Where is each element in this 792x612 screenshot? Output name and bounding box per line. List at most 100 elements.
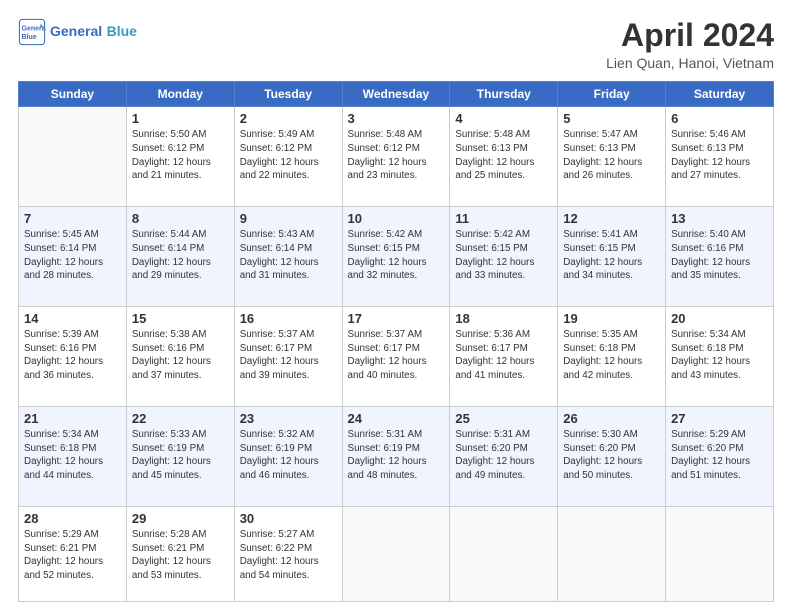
day-number: 21 bbox=[24, 411, 121, 426]
calendar-cell: 11 Sunrise: 5:42 AMSunset: 6:15 PMDayligh… bbox=[450, 207, 558, 307]
day-info: Sunrise: 5:39 AMSunset: 6:16 PMDaylight:… bbox=[24, 328, 121, 383]
day-info: Sunrise: 5:44 AMSunset: 6:14 PMDaylight:… bbox=[132, 228, 229, 283]
calendar-cell: 12 Sunrise: 5:41 AMSunset: 6:15 PMDayligh… bbox=[558, 207, 666, 307]
day-number: 17 bbox=[348, 311, 445, 326]
day-number: 25 bbox=[455, 411, 552, 426]
day-number: 24 bbox=[348, 411, 445, 426]
calendar-cell: 22 Sunrise: 5:33 AMSunset: 6:19 PMDayligh… bbox=[126, 407, 234, 507]
day-info: Sunrise: 5:43 AMSunset: 6:14 PMDaylight:… bbox=[240, 228, 337, 283]
logo-text: General Blue bbox=[50, 23, 137, 41]
calendar-cell: 16Sunrise: 5:37 AMSunset: 6:17 PMDayligh… bbox=[234, 307, 342, 407]
calendar-cell bbox=[19, 107, 127, 207]
calendar-cell: 9 Sunrise: 5:43 AMSunset: 6:14 PMDaylight… bbox=[234, 207, 342, 307]
day-info: Sunrise: 5:40 AMSunset: 6:16 PMDaylight:… bbox=[671, 228, 768, 283]
day-number: 6 bbox=[671, 111, 768, 126]
day-number: 14 bbox=[24, 311, 121, 326]
calendar-cell: 2 Sunrise: 5:49 AMSunset: 6:12 PMDaylight… bbox=[234, 107, 342, 207]
day-number: 13 bbox=[671, 211, 768, 226]
weekday-header: Tuesday bbox=[234, 82, 342, 107]
day-number: 30 bbox=[240, 511, 337, 526]
day-info: Sunrise: 5:50 AMSunset: 6:12 PMDaylight:… bbox=[132, 128, 229, 183]
calendar-cell bbox=[558, 506, 666, 601]
month-title: April 2024 bbox=[606, 18, 774, 53]
weekday-header: Saturday bbox=[666, 82, 774, 107]
day-info: Sunrise: 5:35 AMSunset: 6:18 PMDaylight:… bbox=[563, 328, 660, 383]
calendar-cell bbox=[666, 506, 774, 601]
title-block: April 2024 Lien Quan, Hanoi, Vietnam bbox=[606, 18, 774, 71]
location: Lien Quan, Hanoi, Vietnam bbox=[606, 55, 774, 71]
calendar-cell: 4Sunrise: 5:48 AMSunset: 6:13 PMDaylight… bbox=[450, 107, 558, 207]
day-info: Sunrise: 5:36 AMSunset: 6:17 PMDaylight:… bbox=[455, 328, 552, 383]
day-info: Sunrise: 5:34 AMSunset: 6:18 PMDaylight:… bbox=[671, 328, 768, 383]
day-info: Sunrise: 5:33 AMSunset: 6:19 PMDaylight:… bbox=[132, 428, 229, 483]
day-info: Sunrise: 5:32 AMSunset: 6:19 PMDaylight:… bbox=[240, 428, 337, 483]
day-info: Sunrise: 5:29 AMSunset: 6:20 PMDaylight:… bbox=[671, 428, 768, 483]
day-info: Sunrise: 5:28 AMSunset: 6:21 PMDaylight:… bbox=[132, 528, 229, 583]
calendar-cell: 26Sunrise: 5:30 AMSunset: 6:20 PMDayligh… bbox=[558, 407, 666, 507]
day-number: 8 bbox=[132, 211, 229, 226]
weekday-header: Wednesday bbox=[342, 82, 450, 107]
day-number: 22 bbox=[132, 411, 229, 426]
day-number: 20 bbox=[671, 311, 768, 326]
day-info: Sunrise: 5:37 AMSunset: 6:17 PMDaylight:… bbox=[348, 328, 445, 383]
day-info: Sunrise: 5:49 AMSunset: 6:12 PMDaylight:… bbox=[240, 128, 337, 183]
logo-icon: General Blue bbox=[18, 18, 46, 46]
day-number: 4 bbox=[455, 111, 552, 126]
day-info: Sunrise: 5:29 AMSunset: 6:21 PMDaylight:… bbox=[24, 528, 121, 583]
calendar-cell: 23 Sunrise: 5:32 AMSunset: 6:19 PMDayligh… bbox=[234, 407, 342, 507]
day-info: Sunrise: 5:30 AMSunset: 6:20 PMDaylight:… bbox=[563, 428, 660, 483]
calendar-cell: 5Sunrise: 5:47 AMSunset: 6:13 PMDaylight… bbox=[558, 107, 666, 207]
weekday-header: Sunday bbox=[19, 82, 127, 107]
day-number: 2 bbox=[240, 111, 337, 126]
logo: General Blue General Blue bbox=[18, 18, 137, 46]
day-number: 29 bbox=[132, 511, 229, 526]
day-number: 23 bbox=[240, 411, 337, 426]
header: General Blue General Blue April 2024 Lie… bbox=[18, 18, 774, 71]
calendar-cell: 7 Sunrise: 5:45 AMSunset: 6:14 PMDaylight… bbox=[19, 207, 127, 307]
day-info: Sunrise: 5:38 AMSunset: 6:16 PMDaylight:… bbox=[132, 328, 229, 383]
day-number: 19 bbox=[563, 311, 660, 326]
day-number: 27 bbox=[671, 411, 768, 426]
calendar-cell: 13 Sunrise: 5:40 AMSunset: 6:16 PMDayligh… bbox=[666, 207, 774, 307]
svg-text:Blue: Blue bbox=[22, 34, 37, 41]
calendar-cell: 14 Sunrise: 5:39 AMSunset: 6:16 PMDayligh… bbox=[19, 307, 127, 407]
day-number: 12 bbox=[563, 211, 660, 226]
calendar-cell: 6 Sunrise: 5:46 AMSunset: 6:13 PMDaylight… bbox=[666, 107, 774, 207]
day-number: 28 bbox=[24, 511, 121, 526]
day-info: Sunrise: 5:46 AMSunset: 6:13 PMDaylight:… bbox=[671, 128, 768, 183]
day-number: 11 bbox=[455, 211, 552, 226]
calendar-cell: 10Sunrise: 5:42 AMSunset: 6:15 PMDayligh… bbox=[342, 207, 450, 307]
calendar-table: SundayMondayTuesdayWednesdayThursdayFrid… bbox=[18, 81, 774, 602]
day-info: Sunrise: 5:42 AMSunset: 6:15 PMDaylight:… bbox=[455, 228, 552, 283]
calendar-cell: 19 Sunrise: 5:35 AMSunset: 6:18 PMDayligh… bbox=[558, 307, 666, 407]
weekday-header: Friday bbox=[558, 82, 666, 107]
day-info: Sunrise: 5:45 AMSunset: 6:14 PMDaylight:… bbox=[24, 228, 121, 283]
day-number: 1 bbox=[132, 111, 229, 126]
day-number: 5 bbox=[563, 111, 660, 126]
day-info: Sunrise: 5:34 AMSunset: 6:18 PMDaylight:… bbox=[24, 428, 121, 483]
calendar-cell: 20 Sunrise: 5:34 AMSunset: 6:18 PMDayligh… bbox=[666, 307, 774, 407]
day-number: 3 bbox=[348, 111, 445, 126]
calendar-cell: 27 Sunrise: 5:29 AMSunset: 6:20 PMDayligh… bbox=[666, 407, 774, 507]
day-info: Sunrise: 5:41 AMSunset: 6:15 PMDaylight:… bbox=[563, 228, 660, 283]
day-number: 18 bbox=[455, 311, 552, 326]
calendar-cell: 24Sunrise: 5:31 AMSunset: 6:19 PMDayligh… bbox=[342, 407, 450, 507]
day-number: 10 bbox=[348, 211, 445, 226]
calendar-cell: 21 Sunrise: 5:34 AMSunset: 6:18 PMDayligh… bbox=[19, 407, 127, 507]
weekday-header: Monday bbox=[126, 82, 234, 107]
calendar-cell: 29 Sunrise: 5:28 AMSunset: 6:21 PMDayligh… bbox=[126, 506, 234, 601]
day-number: 7 bbox=[24, 211, 121, 226]
day-number: 9 bbox=[240, 211, 337, 226]
day-info: Sunrise: 5:48 AMSunset: 6:12 PMDaylight:… bbox=[348, 128, 445, 183]
calendar-cell bbox=[450, 506, 558, 601]
calendar-cell: 17 Sunrise: 5:37 AMSunset: 6:17 PMDayligh… bbox=[342, 307, 450, 407]
day-info: Sunrise: 5:31 AMSunset: 6:20 PMDaylight:… bbox=[455, 428, 552, 483]
day-number: 15 bbox=[132, 311, 229, 326]
page: General Blue General Blue April 2024 Lie… bbox=[0, 0, 792, 612]
calendar-cell: 3 Sunrise: 5:48 AMSunset: 6:12 PMDaylight… bbox=[342, 107, 450, 207]
day-number: 16 bbox=[240, 311, 337, 326]
calendar-cell: 25 Sunrise: 5:31 AMSunset: 6:20 PMDayligh… bbox=[450, 407, 558, 507]
calendar-cell bbox=[342, 506, 450, 601]
calendar-cell: 8 Sunrise: 5:44 AMSunset: 6:14 PMDaylight… bbox=[126, 207, 234, 307]
calendar-cell: 15 Sunrise: 5:38 AMSunset: 6:16 PMDayligh… bbox=[126, 307, 234, 407]
